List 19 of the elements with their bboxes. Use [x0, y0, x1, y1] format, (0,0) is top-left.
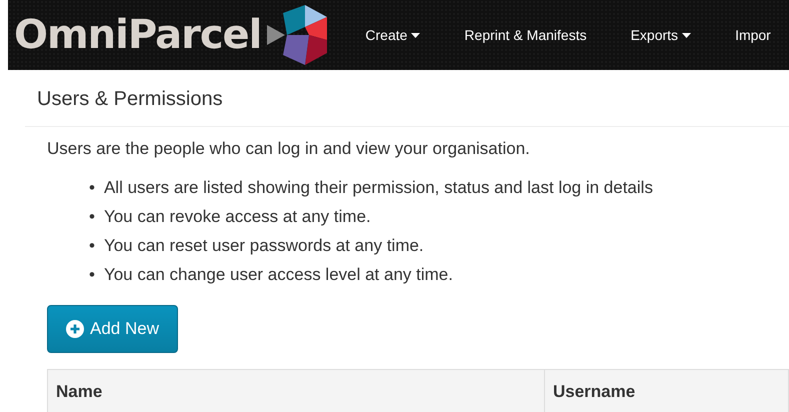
- brand-name: OmniParcel: [14, 12, 262, 58]
- column-header: Username: [544, 370, 788, 412]
- bullet-marker: •: [89, 206, 95, 228]
- bullet-text: You can revoke access at any time.: [104, 206, 371, 228]
- nav-link[interactable]: Reprint & Manifests: [464, 27, 587, 43]
- bullet-text: You can reset user passwords at any time.: [104, 235, 424, 257]
- nav-link[interactable]: Create: [365, 27, 420, 43]
- bullet-marker: •: [89, 235, 95, 257]
- plus-circle-icon: [66, 320, 84, 338]
- bullet-marker: •: [89, 264, 95, 286]
- bullet-text: All users are listed showing their permission, status and last log in details: [104, 177, 653, 199]
- column-header: Name: [55, 381, 104, 403]
- bullet-text: You can change user access level at any time.: [104, 264, 453, 286]
- bullet-marker: •: [89, 177, 95, 199]
- intro-text: Users are the people who can log in and view your organisation.: [47, 139, 531, 159]
- add-new-button[interactable]: Add New: [47, 305, 178, 353]
- nav-link[interactable]: Impor: [735, 27, 771, 43]
- page-title: Users & Permissions: [25, 70, 789, 127]
- nav-link[interactable]: Exports: [630, 27, 692, 43]
